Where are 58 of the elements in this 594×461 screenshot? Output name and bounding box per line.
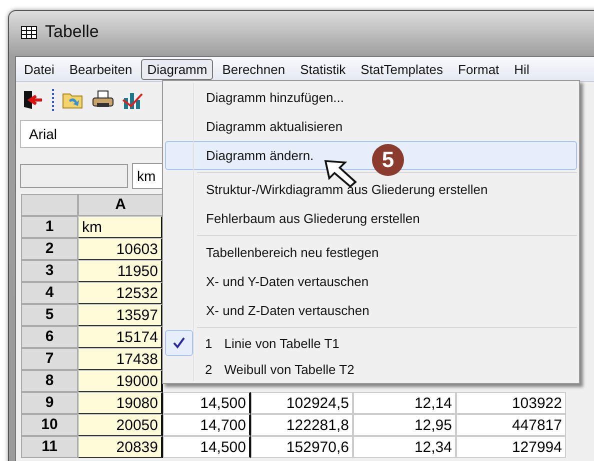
chart-icon[interactable] bbox=[122, 90, 144, 110]
menu-item[interactable]: Tabellenbereich neu festlegen bbox=[165, 238, 577, 267]
corner-cell bbox=[21, 194, 78, 216]
table-cell: 12,14 bbox=[353, 392, 456, 414]
column-header[interactable]: A bbox=[78, 194, 163, 216]
row-header[interactable]: 3 bbox=[21, 260, 78, 282]
table-cell: 13597 bbox=[78, 304, 163, 326]
menu-item[interactable]: 2 Weibull von Tabelle T2 bbox=[205, 362, 354, 376]
menu-item[interactable]: 1 Linie von Tabelle T1 bbox=[205, 336, 340, 350]
menu-item[interactable]: Format bbox=[452, 58, 506, 80]
menu-item[interactable]: Diagramm hinzufügen... bbox=[165, 83, 577, 112]
table-cell: 103922 bbox=[456, 392, 566, 414]
menu-item[interactable]: Bearbeiten bbox=[63, 58, 138, 80]
table-cell: 20839 bbox=[78, 436, 163, 458]
table-cell: km bbox=[78, 216, 163, 238]
row-header[interactable]: 6 bbox=[21, 326, 78, 348]
menu-item[interactable]: Diagramm bbox=[141, 58, 214, 80]
table-cell: 122281,8 bbox=[251, 414, 353, 436]
row-header[interactable]: 7 bbox=[21, 348, 78, 370]
row-header[interactable]: 10 bbox=[21, 414, 78, 436]
table-cell: 102924,5 bbox=[251, 392, 353, 414]
menu-item[interactable]: StatTemplates bbox=[354, 58, 449, 80]
menu-item[interactable]: Struktur-/Wirkdiagramm aus Gliederung erstellen bbox=[165, 175, 577, 204]
table-cell: 152970,6 bbox=[251, 436, 353, 458]
row-header[interactable]: 1 bbox=[21, 216, 78, 238]
row-header[interactable]: 2 bbox=[21, 238, 78, 260]
menu-item[interactable]: X- und Y-Daten vertauschen bbox=[165, 267, 577, 296]
table-cell: 19080 bbox=[78, 392, 163, 414]
table-cell: 12532 bbox=[78, 282, 163, 304]
row-header[interactable]: 11 bbox=[21, 436, 78, 458]
table-cell: 14,500 bbox=[163, 392, 251, 414]
table-cell: 12,95 bbox=[353, 414, 456, 436]
window-title: Tabelle bbox=[45, 22, 99, 42]
table-cell: 19000 bbox=[78, 370, 163, 392]
table-cell: 14,700 bbox=[163, 414, 251, 436]
table-cell: 447817 bbox=[456, 414, 566, 436]
table-cell: 10603 bbox=[78, 238, 163, 260]
table-cell: 17438 bbox=[78, 348, 163, 370]
printer-icon[interactable] bbox=[92, 90, 114, 110]
menu-item[interactable]: Statistik bbox=[294, 58, 352, 80]
table-cell: 11950 bbox=[78, 260, 163, 282]
row-header[interactable]: 5 bbox=[21, 304, 78, 326]
menu-item[interactable]: Hil bbox=[508, 58, 536, 80]
menu-item[interactable]: Fehlerbaum aus Gliederung erstellen bbox=[165, 204, 577, 233]
row-header[interactable]: 4 bbox=[21, 282, 78, 304]
table-cell: 20050 bbox=[78, 414, 163, 436]
menu-item[interactable]: Berechnen bbox=[216, 58, 292, 80]
grid-icon bbox=[21, 26, 37, 38]
exit-door-icon[interactable] bbox=[22, 90, 44, 110]
menu-item[interactable]: X- und Z-Daten vertauschen bbox=[165, 296, 577, 325]
menu-item[interactable]: Datei bbox=[18, 58, 60, 80]
table-cell: 14,500 bbox=[163, 436, 251, 458]
table-cell: 15174 bbox=[78, 326, 163, 348]
name-field[interactable] bbox=[20, 164, 128, 188]
row-header[interactable]: 8 bbox=[21, 370, 78, 392]
row-header[interactable]: 9 bbox=[21, 392, 78, 414]
table-cell: 127994 bbox=[456, 436, 566, 458]
table-cell: 12,34 bbox=[353, 436, 456, 458]
